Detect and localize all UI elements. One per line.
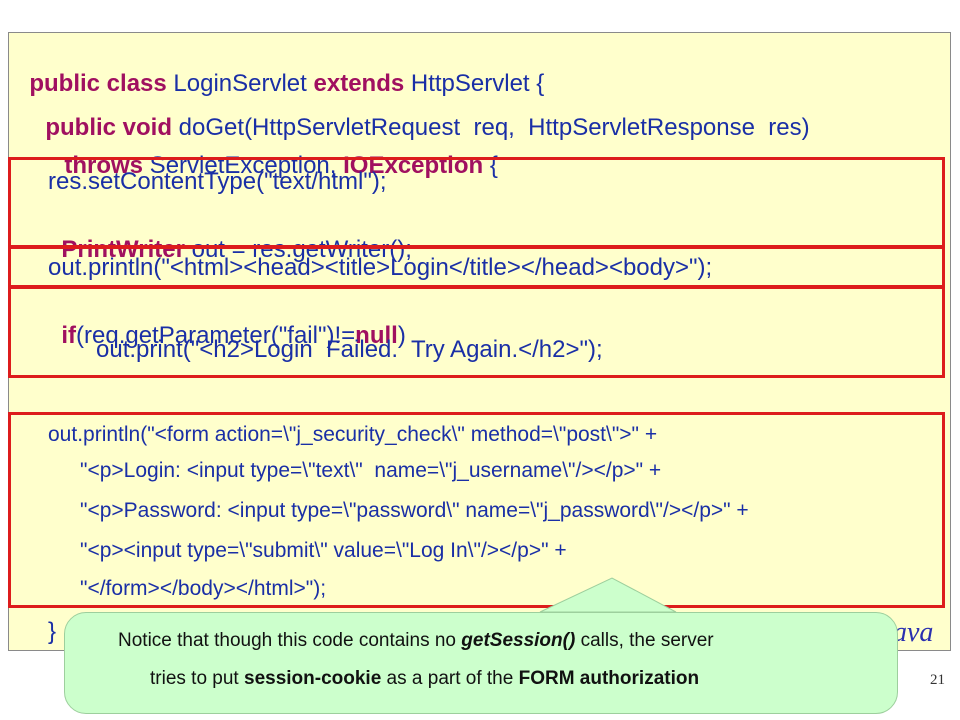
java-watermark: ava: [893, 617, 934, 648]
callout-emphasis: getSession(): [461, 630, 576, 651]
slide-number: 21: [930, 672, 945, 688]
callout-text: Notice that though this code contains no: [118, 630, 462, 651]
callout-text: tries to put: [150, 668, 244, 689]
callout-line-1: Notice that though this code contains no…: [118, 630, 714, 652]
highlight-box-failed-check: [8, 286, 945, 378]
highlight-box-println-html: [8, 246, 945, 288]
callout-text: calls, the server: [575, 630, 714, 651]
code-line-close-brace: }: [48, 618, 57, 645]
callout-emphasis: FORM authorization: [518, 668, 700, 689]
highlight-box-response-setup: [8, 157, 945, 248]
callout-note: [64, 612, 898, 714]
callout-emphasis: session-cookie: [244, 668, 382, 689]
callout-line-2: tries to put session-cookie as a part of…: [150, 668, 699, 690]
highlight-box-form: [8, 412, 945, 608]
callout-text: as a part of the: [381, 668, 519, 689]
